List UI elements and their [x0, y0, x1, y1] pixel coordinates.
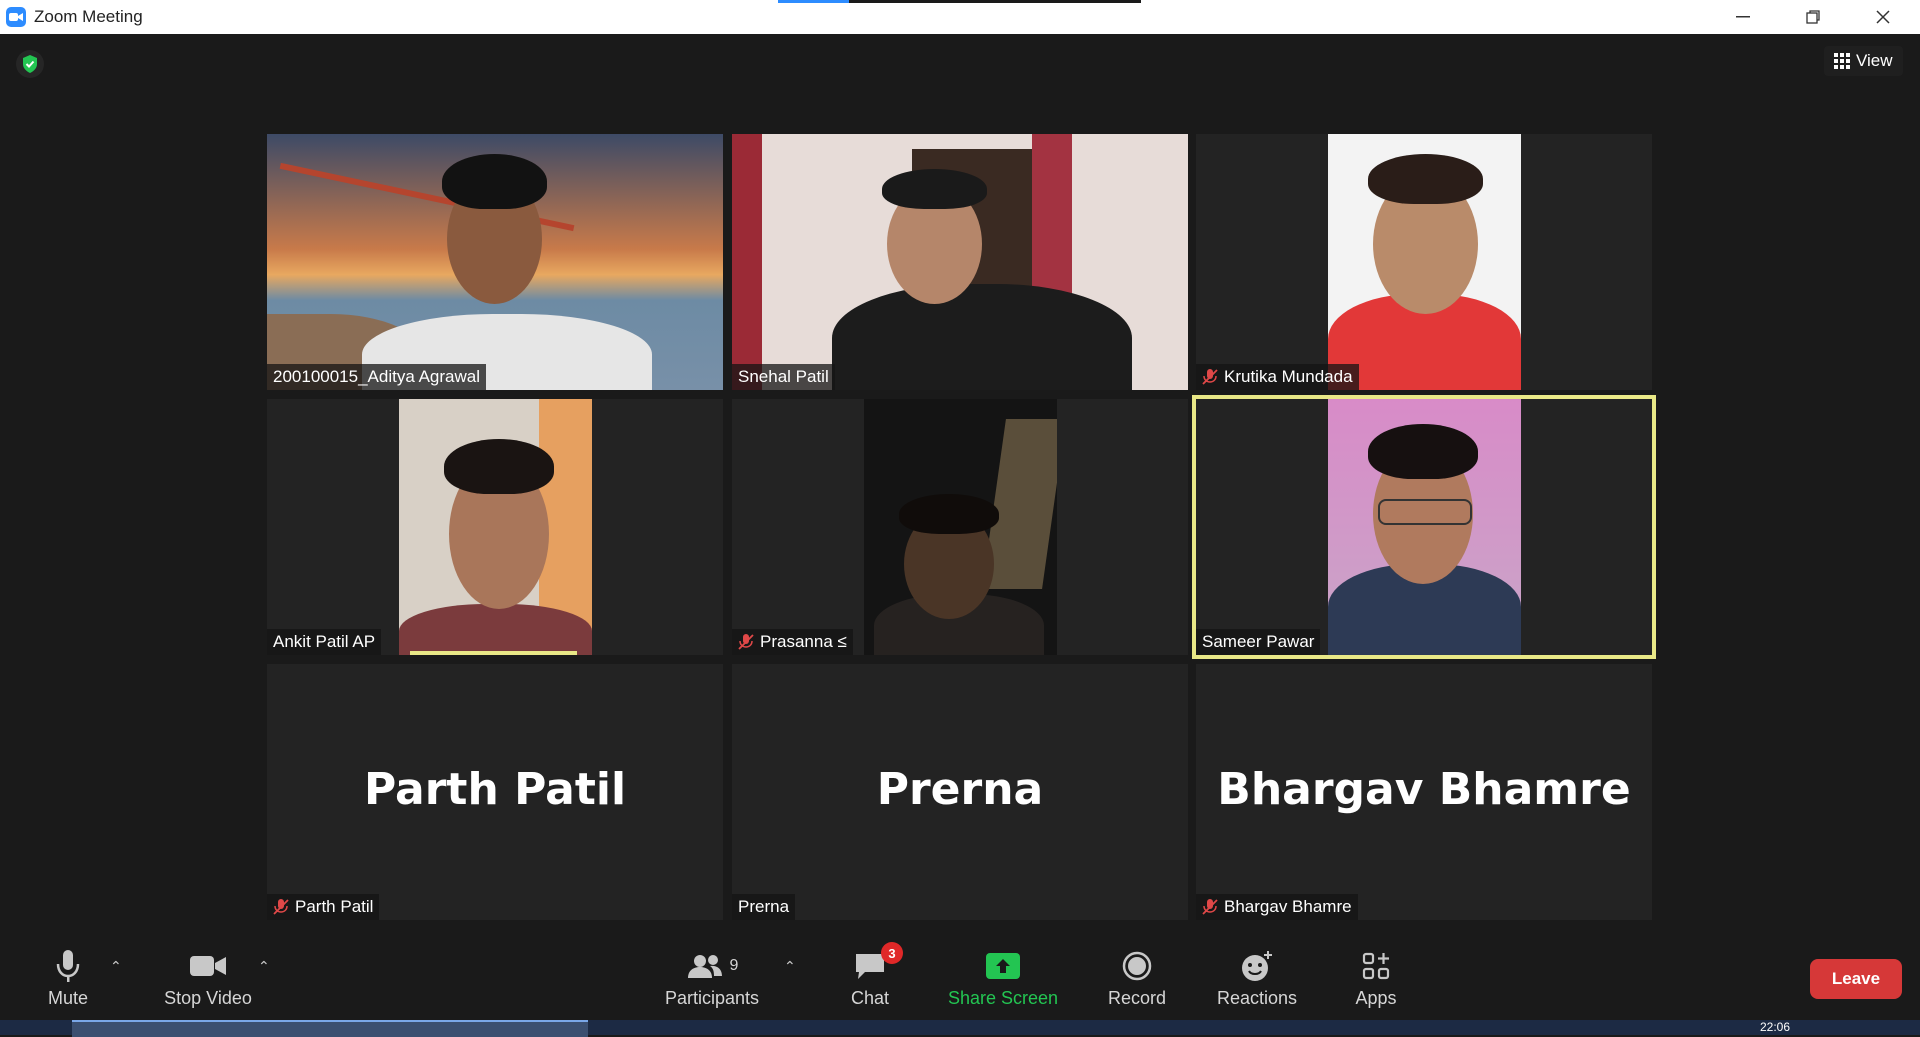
- participant-video: [267, 134, 723, 390]
- apps-icon: [1362, 946, 1390, 986]
- mic-muted-icon: [273, 899, 289, 915]
- record-icon: [1122, 946, 1152, 986]
- view-button[interactable]: View: [1824, 46, 1903, 76]
- microphone-icon: [56, 946, 80, 986]
- participants-button[interactable]: 9 Participants: [662, 946, 762, 1016]
- participant-name-label: Krutika Mundada: [1196, 364, 1359, 390]
- grid-view-icon: [1834, 53, 1850, 69]
- participant-name-label: Sameer Pawar: [1196, 629, 1321, 655]
- participant-display-name: Parth Patil: [363, 764, 627, 815]
- reactions-button[interactable]: Reactions: [1216, 946, 1298, 1016]
- participant-display-name: Prerna: [876, 764, 1044, 815]
- chat-unread-badge: 3: [881, 942, 903, 964]
- video-tile-prasanna[interactable]: Prasanna ≤: [732, 399, 1188, 655]
- mic-muted-icon: [738, 634, 754, 650]
- restore-icon[interactable]: [1790, 0, 1836, 34]
- participant-name-label: Prasanna ≤: [732, 629, 853, 655]
- taskbar-active-app[interactable]: [72, 1020, 588, 1037]
- video-tile-krutika-mundada[interactable]: Krutika Mundada: [1196, 134, 1652, 390]
- video-options-chevron-up-icon[interactable]: ⌃: [258, 958, 270, 975]
- audio-options-chevron-up-icon[interactable]: ⌃: [110, 958, 122, 975]
- zoom-logo-icon: [6, 7, 26, 27]
- video-tile-bhargav-bhamre[interactable]: Bhargav Bhamre Bhargav Bhamre: [1196, 664, 1652, 920]
- video-tile-parth-patil[interactable]: Parth Patil Parth Patil: [267, 664, 723, 920]
- participants-options-chevron-up-icon[interactable]: ⌃: [784, 958, 796, 975]
- participant-name-label: Parth Patil: [267, 894, 380, 920]
- apps-button[interactable]: Apps: [1352, 946, 1400, 1016]
- participant-display-name: Bhargav Bhamre: [1217, 764, 1631, 815]
- participant-video: [1328, 399, 1521, 655]
- video-tile-snehal-patil[interactable]: Snehal Patil: [732, 134, 1188, 390]
- video-tile-ankit-patil[interactable]: Ankit Patil AP: [267, 399, 723, 655]
- speaking-indicator: [410, 651, 577, 655]
- minimize-icon[interactable]: [1720, 0, 1766, 34]
- video-tile-sameer-pawar[interactable]: Sameer Pawar: [1192, 395, 1656, 659]
- record-button[interactable]: Record: [1106, 946, 1168, 1016]
- smiley-plus-icon: [1240, 946, 1274, 986]
- chat-bubble-icon: 3: [853, 942, 903, 986]
- leave-button[interactable]: Leave: [1810, 959, 1902, 999]
- shield-check-icon[interactable]: [16, 50, 44, 78]
- mic-muted-icon: [1202, 369, 1218, 385]
- participant-video: [1328, 134, 1521, 390]
- participant-name-label: Prerna: [732, 894, 796, 920]
- participant-name-label: Snehal Patil: [732, 364, 835, 390]
- video-tile-aditya-agrawal[interactable]: 200100015_Aditya Agrawal: [267, 134, 723, 390]
- chat-button[interactable]: 3 Chat: [846, 942, 903, 1016]
- participants-icon: [687, 955, 722, 978]
- participant-name-label: Bhargav Bhamre: [1196, 894, 1358, 920]
- mic-muted-icon: [1202, 899, 1218, 915]
- participant-name-label: Ankit Patil AP: [267, 629, 382, 655]
- share-screen-button[interactable]: Share Screen: [948, 946, 1058, 1016]
- taskbar-clock: 22:06: [1760, 1020, 1791, 1034]
- video-tile-prerna[interactable]: Prerna Prerna: [732, 664, 1188, 920]
- window-title: Zoom Meeting: [34, 7, 143, 26]
- participant-name-label: 200100015_Aditya Agrawal: [267, 364, 486, 390]
- close-icon[interactable]: [1860, 0, 1906, 34]
- meeting-controls-toolbar: Mute ⌃ Stop Video ⌃ 9 Participants ⌃ 3 C…: [0, 940, 1920, 1020]
- os-taskbar: 22:06: [0, 1020, 1920, 1037]
- video-camera-icon: [189, 946, 227, 986]
- participant-video: [732, 134, 1188, 390]
- loading-indicator: [778, 0, 1141, 3]
- share-screen-icon: [985, 946, 1021, 986]
- mute-button[interactable]: Mute: [40, 946, 96, 1016]
- stop-video-button[interactable]: Stop Video: [160, 946, 256, 1016]
- participant-video: [864, 399, 1057, 655]
- participant-video: [399, 399, 592, 655]
- participants-count: 9: [729, 957, 739, 974]
- title-bar: Zoom Meeting: [0, 0, 1920, 34]
- view-label: View: [1856, 51, 1893, 70]
